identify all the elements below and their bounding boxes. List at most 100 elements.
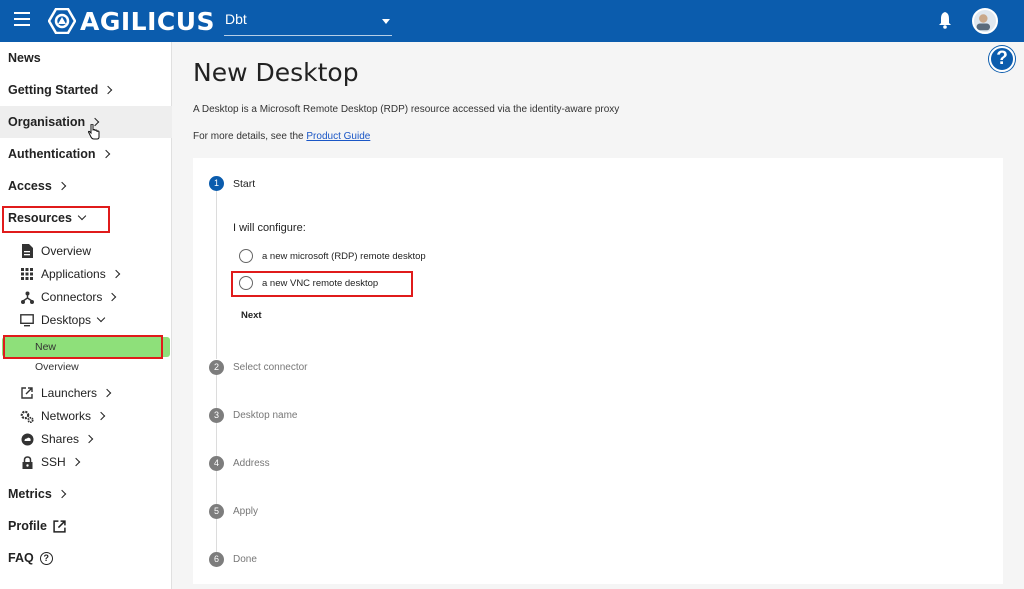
- stepper-line: [216, 519, 217, 553]
- sidebar-subitem-label: Overview: [35, 361, 79, 373]
- sidebar-item-access[interactable]: Access: [0, 170, 172, 202]
- page-title: New Desktop: [193, 58, 359, 87]
- sidebar-item-label: FAQ: [8, 551, 34, 565]
- step-label: Desktop name: [233, 410, 298, 421]
- sidebar-subitem-networks[interactable]: Networks: [20, 405, 170, 427]
- radio-button[interactable]: [239, 249, 253, 263]
- connectors-icon: [20, 290, 34, 304]
- sidebar-item-faq[interactable]: FAQ?: [0, 542, 172, 574]
- chevron-down-icon: [96, 313, 106, 323]
- help-icon[interactable]: ?: [989, 46, 1015, 72]
- sidebar-item-news[interactable]: News: [0, 42, 172, 74]
- sidebar-item-profile[interactable]: Profile: [0, 510, 172, 542]
- option-rdp-desktop[interactable]: a new microsoft (RDP) remote desktop: [239, 249, 426, 263]
- sidebar-subitem-overview[interactable]: Overview: [20, 240, 170, 262]
- organisation-select[interactable]: Dbt: [224, 8, 392, 36]
- bell-icon[interactable]: [938, 11, 952, 29]
- sidebar-subitem-label: Applications: [41, 267, 106, 281]
- step-done[interactable]: 6 Done: [209, 552, 257, 567]
- annotation-box-vnc: [231, 271, 413, 297]
- logo-text: AGILICUS: [80, 6, 216, 36]
- sidebar-item-authentication[interactable]: Authentication: [0, 138, 172, 170]
- agilicus-logo[interactable]: AGILICUS: [48, 6, 216, 36]
- sidebar-subitem-launchers[interactable]: Launchers: [20, 382, 170, 404]
- user-avatar[interactable]: [972, 8, 998, 34]
- top-app-bar: AGILICUS Dbt: [0, 0, 1024, 42]
- external-link-icon: [53, 519, 66, 533]
- organisation-select-value: Dbt: [225, 11, 247, 27]
- document-icon: [20, 244, 34, 258]
- sidebar-item-metrics[interactable]: Metrics: [0, 478, 172, 510]
- chevron-right-icon: [57, 489, 67, 499]
- sidebar: News Getting Started Organisation Authen…: [0, 42, 172, 589]
- configure-label: I will configure:: [233, 222, 306, 234]
- sidebar-item-organisation[interactable]: Organisation: [0, 106, 172, 138]
- sidebar-subitem-desktops-overview[interactable]: Overview: [2, 357, 170, 377]
- chevron-right-icon: [84, 434, 94, 444]
- sidebar-item-getting-started[interactable]: Getting Started: [0, 74, 172, 106]
- sidebar-item-label: News: [8, 51, 41, 65]
- cloud-icon: [20, 432, 34, 446]
- chevron-right-icon: [104, 85, 113, 95]
- step-label: Done: [233, 554, 257, 565]
- stepper-line: [216, 471, 217, 505]
- sidebar-item-label: Organisation: [8, 115, 86, 129]
- help-circle-icon: ?: [39, 551, 53, 565]
- gears-icon: [20, 409, 34, 423]
- sidebar-subitem-label: Overview: [41, 244, 92, 258]
- sidebar-subitem-label: Desktops: [41, 313, 92, 327]
- stepper-line: [216, 375, 217, 409]
- chevron-right-icon: [108, 292, 117, 302]
- step-label: Select connector: [233, 362, 308, 373]
- step-apply[interactable]: 5 Apply: [209, 504, 258, 519]
- product-guide-link[interactable]: Product Guide: [306, 131, 370, 142]
- sidebar-subitem-ssh[interactable]: SSH: [20, 451, 170, 473]
- sidebar-subitem-shares[interactable]: Shares: [20, 428, 170, 450]
- step-label: Address: [233, 458, 270, 469]
- caret-down-icon: [382, 19, 390, 24]
- chevron-right-icon: [96, 411, 106, 421]
- sidebar-item-label: Getting Started: [8, 83, 99, 97]
- step-number: 1: [209, 176, 224, 191]
- launch-icon: [20, 386, 34, 400]
- chevron-right-icon: [101, 149, 110, 159]
- step-start[interactable]: 1 Start: [209, 176, 255, 191]
- sidebar-subitem-label: Shares: [41, 432, 80, 446]
- page-description: A Desktop is a Microsoft Remote Desktop …: [193, 104, 620, 115]
- step-desktop-name[interactable]: 3 Desktop name: [209, 408, 297, 423]
- step-number: 4: [209, 456, 224, 471]
- details-prefix: For more details, see the: [193, 131, 307, 142]
- stepper-card: 1 Start I will configure: a new microsof…: [193, 158, 1003, 584]
- step-number: 5: [209, 504, 224, 519]
- details-text: For more details, see the Product Guide: [193, 131, 370, 142]
- step-number: 6: [209, 552, 224, 567]
- menu-icon[interactable]: [14, 12, 30, 30]
- sidebar-subitem-label: Connectors: [41, 290, 103, 304]
- sidebar-item-label: Access: [8, 179, 52, 193]
- stepper-line: [216, 423, 217, 457]
- annotation-box-new: [3, 335, 163, 359]
- annotation-box-resources: [2, 206, 110, 233]
- chevron-right-icon: [71, 457, 80, 467]
- sidebar-subitem-applications[interactable]: Applications: [20, 263, 170, 285]
- grid-icon: [20, 267, 34, 281]
- sidebar-subitem-connectors[interactable]: Connectors: [20, 286, 170, 308]
- step-select-connector[interactable]: 2 Select connector: [209, 360, 308, 375]
- step-label: Start: [233, 177, 256, 190]
- sidebar-item-label: Metrics: [8, 487, 52, 501]
- chevron-right-icon: [111, 269, 120, 279]
- monitor-icon: [20, 313, 34, 327]
- sidebar-item-label: Profile: [8, 519, 47, 533]
- step-label: Apply: [233, 506, 259, 517]
- mouse-pointer-icon: [88, 124, 100, 140]
- logo-mark-icon: [48, 8, 76, 34]
- step-address[interactable]: 4 Address: [209, 456, 270, 471]
- step-number: 2: [209, 360, 224, 375]
- sidebar-subitem-label: SSH: [41, 455, 66, 469]
- sidebar-item-label: Authentication: [8, 147, 96, 161]
- sidebar-subitem-desktops[interactable]: Desktops: [20, 309, 170, 331]
- next-button[interactable]: Next: [239, 308, 264, 323]
- option-label: a new microsoft (RDP) remote desktop: [262, 250, 426, 262]
- stepper-line: [216, 191, 217, 359]
- chevron-right-icon: [102, 388, 112, 398]
